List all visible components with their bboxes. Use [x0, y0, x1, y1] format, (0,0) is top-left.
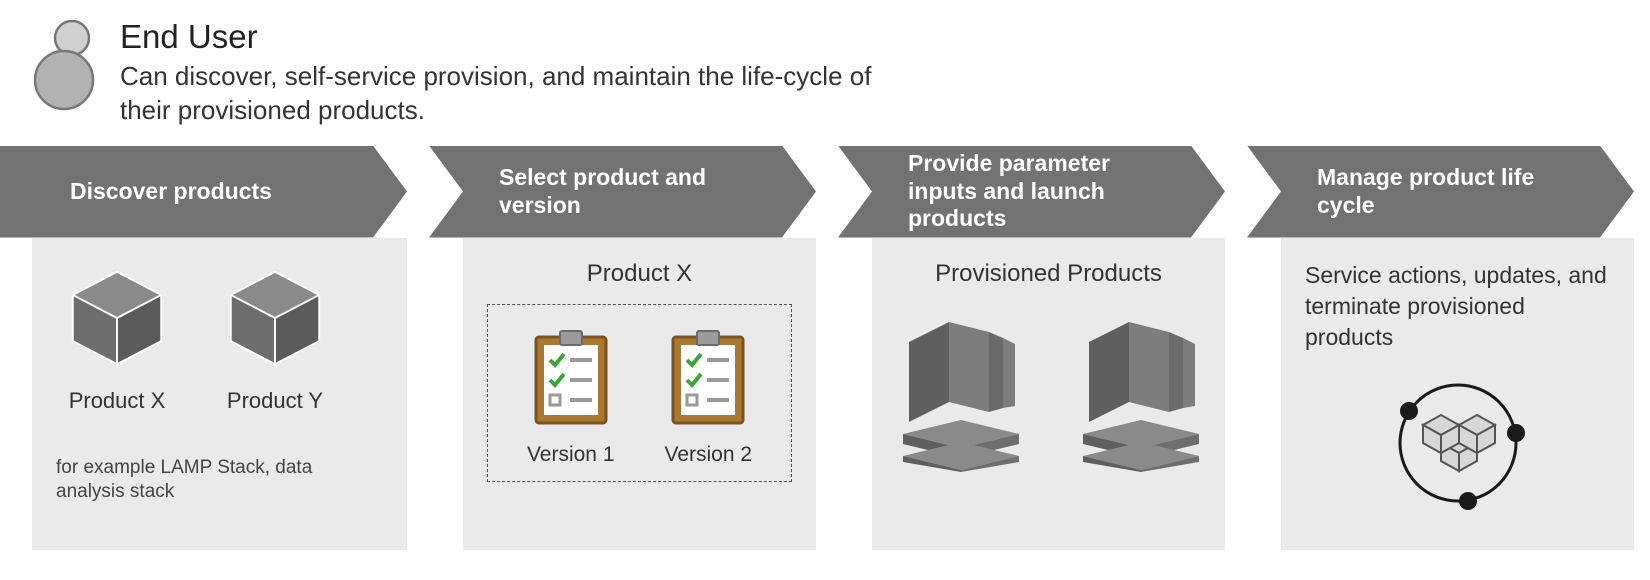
cube-icon	[226, 348, 324, 373]
clipboard-icon	[667, 407, 749, 432]
diagram-header: End User Can discover, self-service prov…	[0, 10, 1650, 146]
step-select: Select product and version Product X	[429, 146, 816, 550]
step-launch: Provide parameter inputs and launch prod…	[838, 146, 1225, 550]
header-subtitle: Can discover, self-service provision, an…	[120, 60, 880, 128]
step-select-panel: Product X	[463, 238, 816, 550]
lifecycle-icon	[1305, 373, 1610, 519]
product-y-label: Product Y	[226, 388, 324, 414]
step-manage-panel: Service actions, updates, and terminate …	[1281, 238, 1634, 550]
step-manage: Manage product life cycle Service action…	[1247, 146, 1634, 550]
step-launch-arrow: Provide parameter inputs and launch prod…	[838, 146, 1225, 238]
version-2-label: Version 2	[665, 443, 753, 467]
provisioned-title: Provisioned Products	[896, 260, 1201, 288]
product-x-label: Product X	[68, 388, 166, 414]
step-manage-label: Manage product life cycle	[1317, 164, 1594, 219]
product-x: Product X	[68, 268, 166, 414]
clipboard-icon	[530, 407, 612, 432]
server-stack-icon	[889, 312, 1029, 478]
step-discover-label: Discover products	[70, 178, 272, 206]
step-launch-label: Provide parameter inputs and launch prod…	[908, 150, 1185, 233]
step-discover-panel: Product X Product Y	[32, 238, 407, 550]
header-title: End User	[120, 18, 880, 56]
version-2: Version 2	[665, 327, 753, 467]
step-select-arrow: Select product and version	[429, 146, 816, 238]
cube-icon	[68, 348, 166, 373]
version-1: Version 1	[527, 327, 615, 467]
step-launch-panel: Provisioned Products	[872, 238, 1225, 550]
manage-text: Service actions, updates, and terminate …	[1305, 260, 1610, 353]
step-select-label: Select product and version	[499, 164, 776, 219]
step-discover: Discover products Product	[0, 146, 407, 550]
step-manage-arrow: Manage product life cycle	[1247, 146, 1634, 238]
version-1-label: Version 1	[527, 443, 615, 467]
product-y: Product Y	[226, 268, 324, 414]
header-text-block: End User Can discover, self-service prov…	[120, 18, 880, 128]
end-user-icon	[34, 18, 102, 119]
versions-box: Version 1	[487, 304, 792, 482]
workflow-lane: Discover products Product	[0, 146, 1650, 550]
discover-caption: for example LAMP Stack, data analysis st…	[56, 456, 356, 505]
server-stack-icon	[1069, 312, 1209, 478]
step-discover-arrow: Discover products	[0, 146, 407, 238]
selected-product-title: Product X	[487, 260, 792, 288]
